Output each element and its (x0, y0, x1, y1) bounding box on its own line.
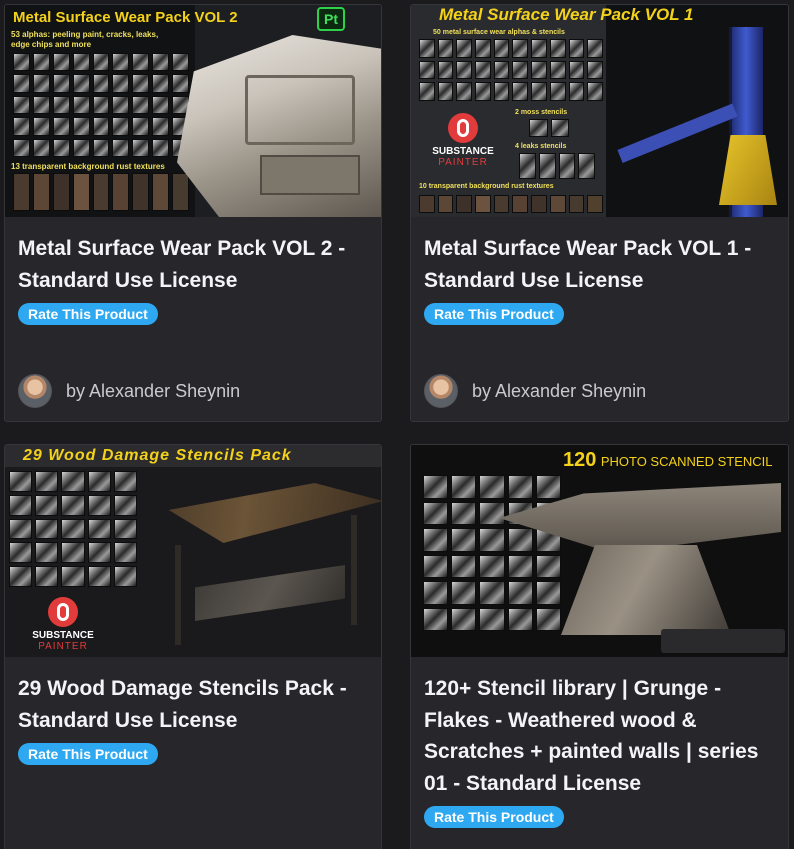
product-card[interactable]: Metal Surface Wear Pack VOL 1 50 metal s… (410, 4, 789, 422)
leak-stencils (519, 153, 595, 179)
yellow-arm-render (617, 103, 738, 163)
avatar[interactable] (18, 374, 52, 408)
substance-painter-logo: SUBSTANCE PAINTER (23, 597, 103, 652)
author[interactable]: by Alexander Sheynin (18, 374, 240, 408)
product-title[interactable]: 120+ Stencil library | Grunge - Flakes -… (424, 673, 776, 799)
product-thumbnail[interactable]: 120 PHOTO SCANNED STENCIL (411, 445, 788, 657)
product-card[interactable]: 120 PHOTO SCANNED STENCIL 120+ Stencil l… (410, 444, 789, 849)
rust-texture-strip (419, 195, 603, 213)
thumbnail-text: 53 alphas: peeling paint, cracks, leaks, (11, 30, 159, 39)
alpha-grid (419, 39, 603, 101)
thumbnail-text: 10 transparent background rust textures (419, 183, 554, 190)
rate-product-button[interactable]: Rate This Product (18, 303, 158, 325)
product-card[interactable]: Metal Surface Wear Pack VOL 2 Pt 53 alph… (4, 4, 382, 422)
thumbnail-heading: 120 PHOTO SCANNED STENCIL (563, 449, 773, 471)
product-thumbnail[interactable]: Metal Surface Wear Pack VOL 2 Pt 53 alph… (5, 5, 381, 217)
thumbnail-heading: 29 Wood Damage Stencils Pack (23, 447, 292, 464)
product-thumbnail[interactable]: Metal Surface Wear Pack VOL 1 50 metal s… (411, 5, 788, 217)
thumbnail-heading: Metal Surface Wear Pack VOL 2 (13, 9, 238, 26)
product-title[interactable]: Metal Surface Wear Pack VOL 2 - Standard… (18, 233, 369, 296)
author-name[interactable]: by Alexander Sheynin (66, 381, 240, 402)
thumbnail-text: 2 moss stencils (515, 109, 568, 116)
rate-product-button[interactable]: Rate This Product (424, 303, 564, 325)
avatar[interactable] (424, 374, 458, 408)
stencil-grid (423, 475, 561, 631)
stencil-grid (9, 471, 137, 587)
wooden-table-render (168, 483, 381, 543)
thumbnail-text: 4 leaks stencils (515, 143, 567, 150)
thumbnail-heading: Metal Surface Wear Pack VOL 1 (439, 5, 694, 24)
rust-texture-strip (13, 173, 189, 211)
thumbnail-text: 50 metal surface wear alphas & stencils (433, 29, 565, 36)
product-card[interactable]: 29 Wood Damage Stencils Pack SUBSTANCE P… (4, 444, 382, 849)
author[interactable]: by Alexander Sheynin (424, 374, 646, 408)
rate-product-button[interactable]: Rate This Product (424, 806, 564, 828)
thumbnail-text: edge chips and more (11, 40, 92, 49)
product-thumbnail[interactable]: 29 Wood Damage Stencils Pack SUBSTANCE P… (5, 445, 381, 657)
thumbnail-text: 13 transparent background rust textures (11, 162, 165, 171)
photoshop-badge: Pt (317, 7, 345, 31)
rate-product-button[interactable]: Rate This Product (18, 743, 158, 765)
product-title[interactable]: Metal Surface Wear Pack VOL 1 - Standard… (424, 233, 776, 296)
alpha-grid (13, 53, 189, 157)
moss-stencils (529, 119, 569, 137)
substance-painter-logo: SUBSTANCE PAINTER (423, 113, 503, 168)
product-title[interactable]: 29 Wood Damage Stencils Pack - Standard … (18, 673, 369, 736)
author-name[interactable]: by Alexander Sheynin (472, 381, 646, 402)
